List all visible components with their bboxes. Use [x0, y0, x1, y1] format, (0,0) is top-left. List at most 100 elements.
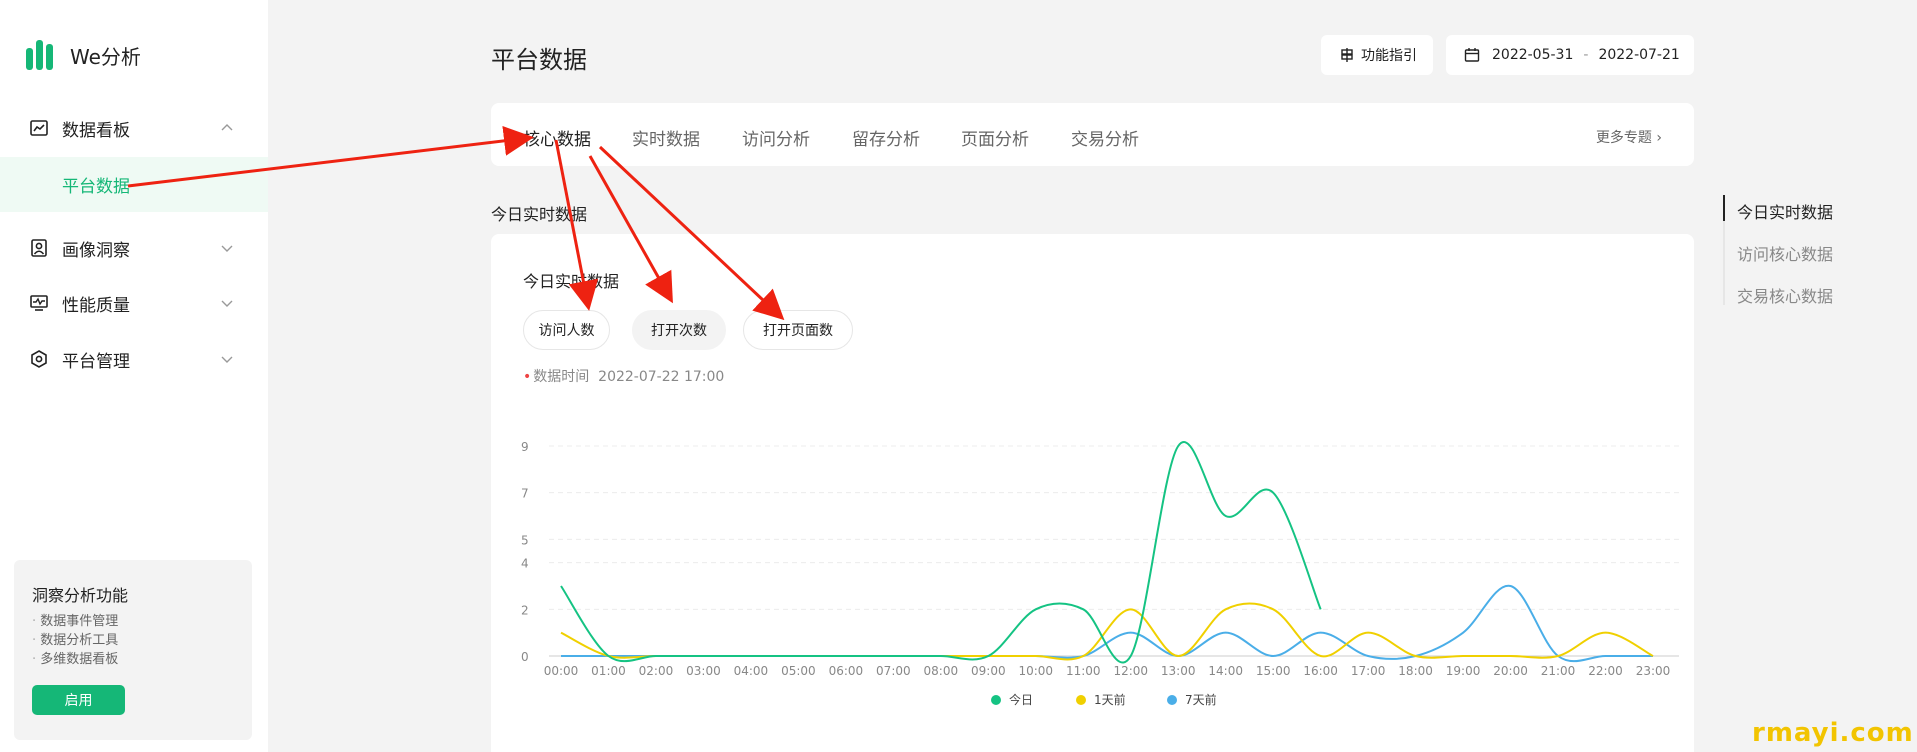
x-tick-label: 10:00 [1018, 664, 1053, 678]
toc-active-marker [1723, 195, 1725, 221]
y-tick-label: 9 [521, 440, 529, 454]
promo-feature-item: 数据分析工具 [32, 631, 118, 650]
chevron-down-icon[interactable] [220, 296, 234, 310]
legend-label: 1天前 [1094, 692, 1126, 707]
x-tick-label: 18:00 [1398, 664, 1433, 678]
x-tick-label: 23:00 [1636, 664, 1671, 678]
sidebar-item-label: 平台数据 [62, 177, 130, 197]
chevron-up-icon[interactable] [220, 121, 234, 135]
tab-visit-analysis[interactable]: 访问分析 [742, 125, 810, 150]
insight-promo-card: 洞察分析功能 数据事件管理 数据分析工具 多维数据看板 启用 [14, 560, 252, 740]
chevron-down-icon[interactable] [220, 352, 234, 366]
portrait-icon [31, 239, 47, 257]
card-title: 今日实时数据 [523, 272, 620, 291]
x-tick-label: 08:00 [924, 664, 959, 678]
promo-feature-item: 数据事件管理 [32, 612, 118, 631]
realtime-line-chart: 0 2 4 5 7 9 00:00 01:00 02:00 03:00 04:00 05:00 06:0… [521, 440, 1679, 707]
enable-button[interactable]: 启用 [32, 685, 125, 715]
data-time-dot-icon: • [523, 369, 532, 385]
y-tick-label: 5 [521, 533, 529, 547]
x-tick-label: 09:00 [971, 664, 1006, 678]
x-tick-label: 02:00 [639, 664, 674, 678]
x-tick-label: 20:00 [1493, 664, 1528, 678]
toc-item-today-realtime[interactable]: 今日实时数据 [1737, 199, 1833, 223]
realtime-data-card: 今日实时数据 访问人数 打开次数 打开页面数 • 数据时间 2022-07-22 … [491, 234, 1694, 752]
metric-visitors-button[interactable]: 访问人数 [523, 310, 610, 350]
y-tick-label: 2 [521, 603, 529, 617]
x-tick-label: 14:00 [1208, 664, 1243, 678]
tab-realtime-data[interactable]: 实时数据 [632, 125, 700, 150]
x-tick-label: 22:00 [1588, 664, 1623, 678]
tab-retention-analysis[interactable]: 留存分析 [852, 125, 920, 150]
tab-transaction-analysis[interactable]: 交易分析 [1071, 125, 1139, 150]
x-tick-label: 03:00 [686, 664, 721, 678]
legend-marker [991, 695, 1001, 705]
tab-core-data[interactable]: 核心数据 [523, 125, 591, 150]
sidebar-group-data-board[interactable]: 数据看板 [0, 106, 268, 150]
guide-label: 功能指引 [1361, 48, 1417, 64]
calendar-icon [1464, 48, 1480, 62]
date-start: 2022-05-31 [1492, 47, 1574, 63]
toc-item-visit-core[interactable]: 访问核心数据 [1737, 241, 1833, 265]
x-tick-label: 15:00 [1256, 664, 1291, 678]
more-topics-label: 更多专题 [1595, 130, 1652, 146]
x-tick-label: 16:00 [1303, 664, 1338, 678]
page-title: 平台数据 [491, 46, 587, 74]
y-tick-label: 7 [521, 487, 529, 501]
promo-feature-list: 数据事件管理 数据分析工具 多维数据看板 [32, 612, 118, 669]
metric-opens-button[interactable]: 打开次数 [632, 310, 726, 350]
sidebar-group-label: 性能质量 [62, 295, 130, 316]
chart-board-icon [30, 120, 48, 136]
sidebar: We分析 数据看板 平台数据 画像洞察 性能质量 平台管理 洞察分析功能 数据事… [0, 0, 268, 752]
legend-marker [1076, 695, 1086, 705]
app-name: We分析 [70, 44, 141, 69]
more-topics-link[interactable]: 更多专题 › [1596, 127, 1662, 147]
x-tick-label: 13:00 [1161, 664, 1196, 678]
metric-pages-opened-button[interactable]: 打开页面数 [743, 310, 853, 350]
x-tick-label: 00:00 [544, 664, 579, 678]
legend-label: 今日 [1009, 692, 1033, 707]
x-tick-label: 19:00 [1446, 664, 1481, 678]
date-end: 2022-07-21 [1598, 47, 1680, 63]
sidebar-item-platform-data[interactable]: 平台数据 [0, 157, 268, 212]
we-analysis-logo-icon [26, 40, 54, 70]
x-tick-label: 04:00 [734, 664, 769, 678]
promo-feature-item: 多维数据看板 [32, 650, 118, 669]
x-tick-label: 21:00 [1541, 664, 1576, 678]
sidebar-group-label: 画像洞察 [62, 240, 130, 261]
tab-page-analysis[interactable]: 页面分析 [961, 125, 1029, 150]
sidebar-group-label: 数据看板 [62, 120, 130, 141]
x-tick-label: 07:00 [876, 664, 911, 678]
y-tick-label: 0 [521, 650, 529, 664]
page-toc: 今日实时数据 访问核心数据 交易核心数据 [1723, 195, 1893, 307]
monitor-icon [30, 295, 48, 311]
date-separator: - [1583, 47, 1589, 63]
date-range-picker[interactable]: 2022-05-31 - 2022-07-21 [1446, 35, 1694, 75]
series-line [561, 584, 1653, 663]
x-tick-label: 06:00 [829, 664, 864, 678]
series-line [560, 602, 1654, 661]
x-tick-label: 05:00 [781, 664, 816, 678]
x-tick-label: 17:00 [1351, 664, 1386, 678]
feature-guide-button[interactable]: 功能指引 [1321, 35, 1433, 75]
data-time: • 数据时间 2022-07-22 17:00 [523, 366, 724, 386]
legend-label: 7天前 [1185, 692, 1217, 707]
x-tick-label: 01:00 [591, 664, 626, 678]
toc-item-transaction-core[interactable]: 交易核心数据 [1737, 283, 1833, 307]
hexagon-settings-icon [31, 350, 47, 368]
y-tick-label: 4 [521, 557, 529, 571]
sidebar-group-portrait[interactable]: 画像洞察 [0, 226, 268, 270]
sidebar-group-label: 平台管理 [62, 351, 130, 372]
chevron-down-icon[interactable] [220, 241, 234, 255]
x-tick-label: 11:00 [1066, 664, 1101, 678]
sidebar-group-platform-management[interactable]: 平台管理 [0, 337, 268, 381]
watermark: rmayi.com [1752, 718, 1914, 748]
data-time-label: 数据时间 [533, 369, 590, 385]
sidebar-group-performance[interactable]: 性能质量 [0, 281, 268, 325]
promo-title: 洞察分析功能 [32, 586, 129, 605]
app-logo[interactable]: We分析 [26, 40, 141, 70]
chevron-right-icon: › [1656, 130, 1662, 146]
analysis-tabs: 核心数据 实时数据 访问分析 留存分析 页面分析 交易分析 更多专题 › [491, 103, 1694, 166]
section-heading: 今日实时数据 [491, 205, 588, 224]
legend-marker [1167, 695, 1177, 705]
